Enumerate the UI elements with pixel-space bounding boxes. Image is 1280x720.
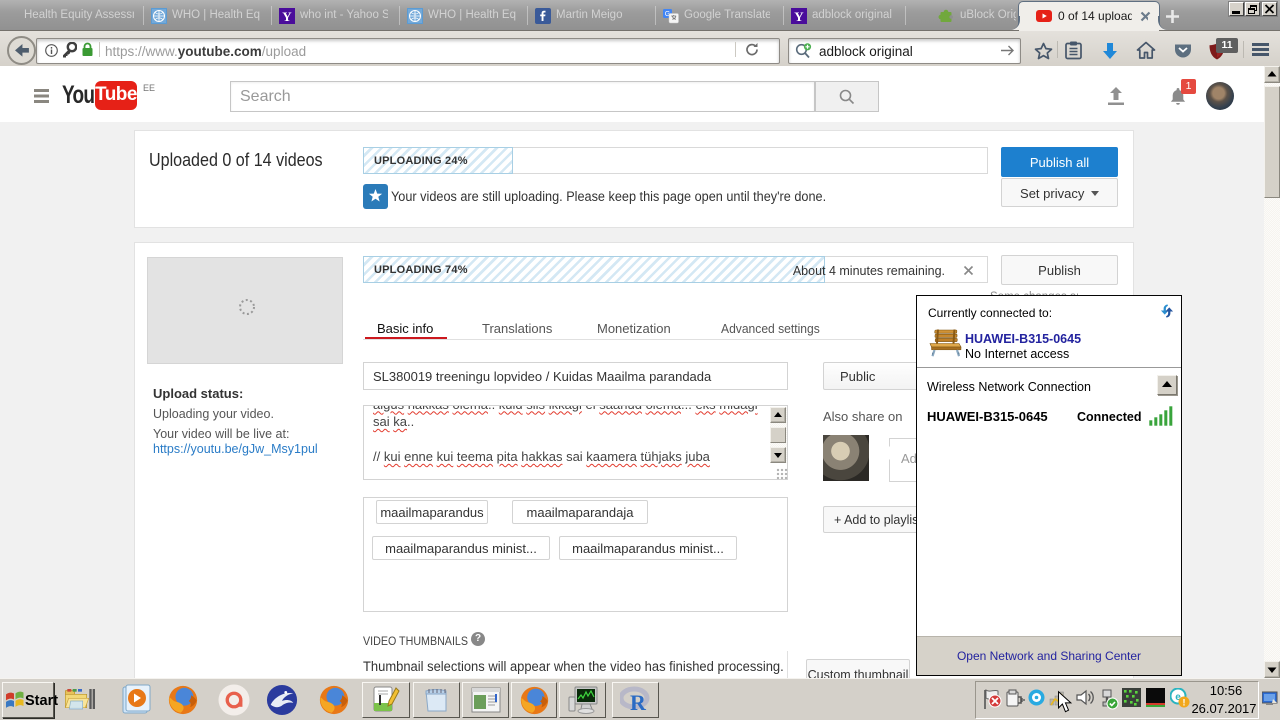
svg-text:!: ! xyxy=(1183,698,1186,708)
svg-text:Y: Y xyxy=(794,9,804,24)
svg-text:R: R xyxy=(630,690,647,714)
svg-text:Y: Y xyxy=(282,9,292,24)
